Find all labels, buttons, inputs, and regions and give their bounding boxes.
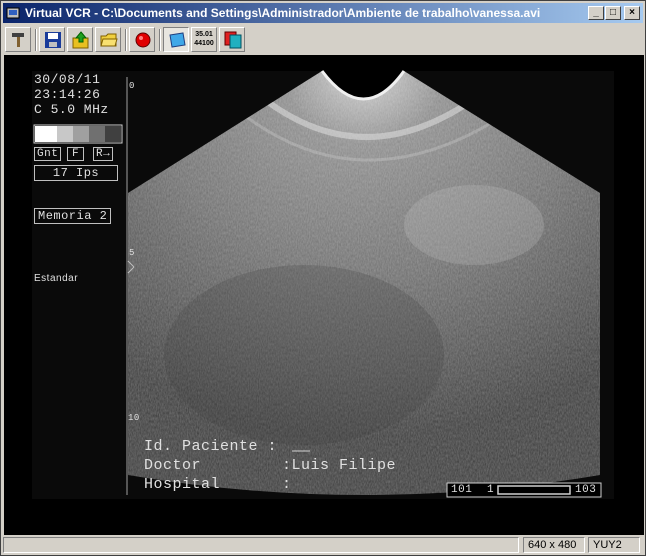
scale-right-value: 103	[575, 484, 597, 496]
hammer-icon	[12, 33, 24, 47]
toolbar-separator	[125, 29, 127, 51]
preset-readout: Estandar	[34, 273, 79, 284]
up-arrow-folder-icon	[72, 31, 89, 49]
depth-mark-5: 5	[129, 248, 135, 258]
preview-button[interactable]	[163, 27, 189, 52]
hospital-label: Hospital	[144, 476, 221, 493]
maximize-icon: □	[609, 7, 617, 18]
toolbar: 35.01 44100	[3, 25, 643, 55]
status-bar: 640 x 480 YUY2	[3, 535, 643, 555]
save-button[interactable]	[39, 27, 65, 52]
minimize-icon: _	[593, 7, 599, 18]
depth-mark-10: 10	[128, 413, 140, 423]
status-resolution: 640 x 480	[523, 537, 585, 553]
status-main	[3, 537, 519, 553]
settings-button[interactable]	[5, 27, 31, 52]
open-folder-button[interactable]	[95, 27, 121, 52]
title-bar[interactable]: Virtual VCR - C:\Documents and Settings\…	[3, 3, 643, 23]
overlay-button[interactable]	[219, 27, 245, 52]
close-button[interactable]: ×	[624, 6, 640, 20]
counter-button[interactable]: 35.01 44100	[191, 27, 217, 52]
app-icon	[6, 7, 20, 19]
doctor-value: :Luis Filipe	[282, 457, 397, 474]
counter-line-1: 35.01	[195, 31, 213, 38]
toolbar-separator	[159, 29, 161, 51]
hospital-value: :	[282, 476, 292, 493]
focus-control: F	[67, 147, 85, 161]
record-icon	[135, 32, 151, 48]
status-format: YUY2	[588, 537, 640, 553]
time-readout: 23:14:26	[34, 87, 101, 102]
counter-line-2: 44100	[194, 40, 214, 47]
folder-icon	[100, 33, 118, 47]
window-title: Virtual VCR - C:\Documents and Settings\…	[25, 6, 541, 20]
date-readout: 30/08/11	[34, 72, 101, 87]
floppy-icon	[45, 32, 61, 48]
maximize-button[interactable]: □	[605, 6, 621, 20]
minimize-button[interactable]: _	[588, 6, 604, 20]
doctor-label: Doctor	[144, 457, 202, 474]
depth-mark-0: 0	[129, 81, 135, 91]
scale-left-value: 101	[451, 484, 473, 496]
preview-icon	[169, 32, 186, 48]
close-icon: ×	[629, 7, 635, 18]
range-control: R→	[93, 147, 114, 161]
record-button[interactable]	[129, 27, 155, 52]
probe-frequency: C 5.0 MHz	[34, 102, 109, 117]
patient-id-label: Id. Paciente :	[144, 438, 278, 455]
frame-rate-readout: 17 Ips	[34, 165, 118, 181]
main-window: Virtual VCR - C:\Documents and Settings\…	[0, 0, 646, 556]
video-display[interactable]: 30/08/11 23:14:26 C 5.0 MHz Gnt F R→ 17 …	[4, 55, 644, 535]
memory-readout: Memoria 2	[34, 208, 112, 224]
upload-button[interactable]	[67, 27, 93, 52]
overlay-icon	[224, 31, 242, 49]
scale-mid-value: 1	[487, 484, 495, 496]
toolbar-separator	[35, 29, 37, 51]
gain-control: Gnt	[34, 147, 62, 161]
